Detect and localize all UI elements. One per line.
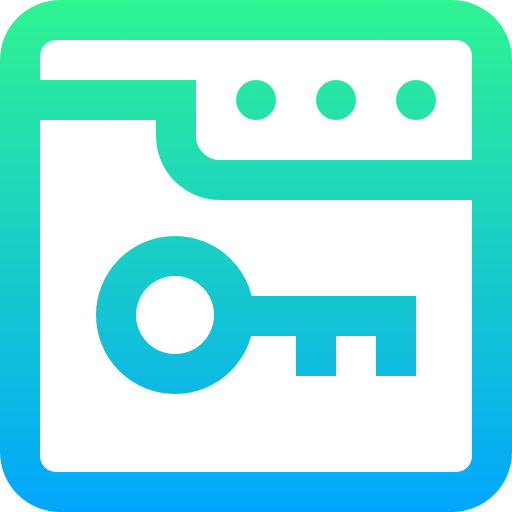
key-tooth — [296, 316, 336, 376]
window-frame — [0, 0, 512, 512]
icon-canvas — [0, 0, 512, 512]
window-control-dot — [236, 80, 276, 120]
window-control-dot — [396, 80, 436, 120]
key-icon — [96, 236, 416, 394]
window-controls — [236, 80, 436, 120]
window-control-dot — [316, 80, 356, 120]
key-tooth — [376, 316, 416, 376]
key-bow — [96, 236, 254, 394]
browser-key-icon — [0, 0, 512, 512]
